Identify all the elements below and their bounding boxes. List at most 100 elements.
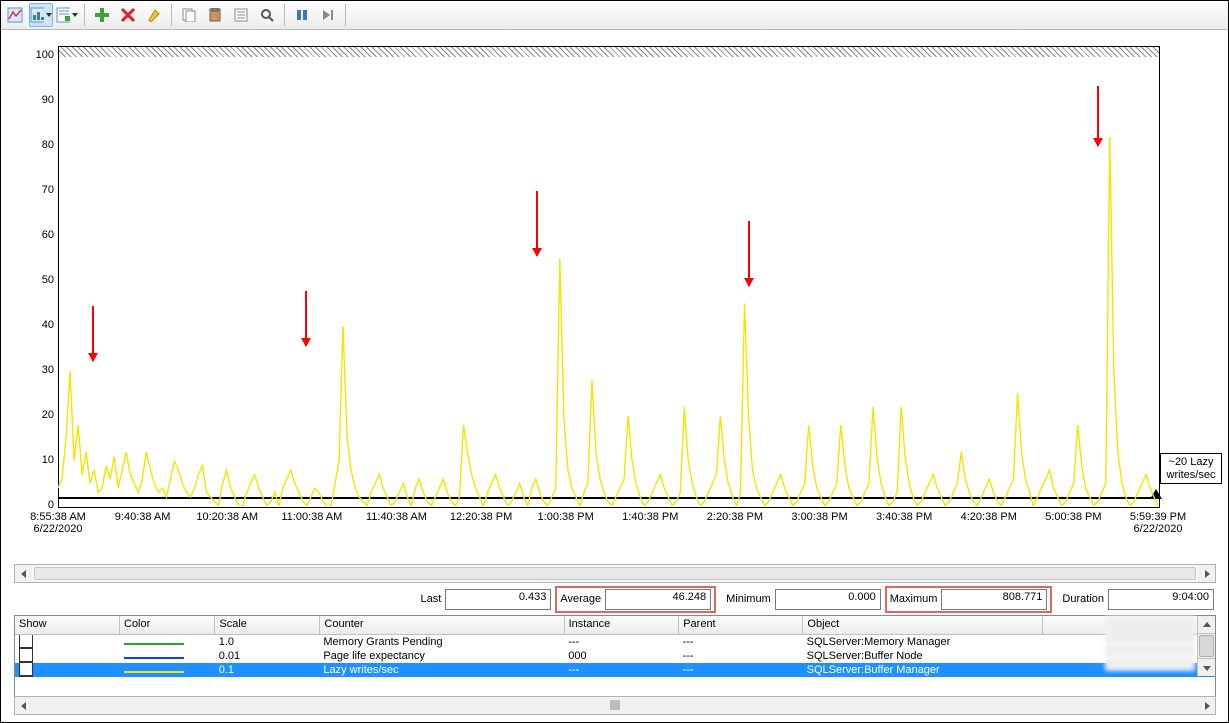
cell-counter: Lazy writes/sec [319, 664, 564, 676]
col-instance[interactable]: Instance [565, 616, 680, 634]
table-vertical-scrollbar[interactable] [1197, 616, 1215, 676]
separator [84, 4, 85, 26]
x-tick: 3:00:38 PM [775, 511, 865, 523]
chart-area: 0102030405060708090100 8:55:38 AM6/22/20… [14, 41, 1214, 561]
cell-parent: --- [679, 636, 803, 648]
cell-instance: --- [564, 664, 678, 676]
separator [171, 4, 172, 26]
scroll-right-button[interactable] [1198, 697, 1215, 714]
freeze-display-button[interactable] [290, 3, 314, 27]
redacted-patch [1105, 644, 1195, 657]
col-color[interactable]: Color [120, 616, 215, 634]
table-horizontal-scrollbar[interactable] [14, 696, 1216, 715]
y-tick: 30 [14, 364, 54, 376]
col-object[interactable]: Object [803, 616, 1042, 634]
x-tick: 11:00:38 AM [267, 511, 357, 523]
counters-table: Show Color Scale Counter Instance Parent… [14, 615, 1216, 697]
y-tick: 40 [14, 319, 54, 331]
time-scrollbar[interactable] [14, 564, 1216, 583]
highlight-counter-button[interactable] [142, 3, 166, 27]
data-line [58, 56, 1158, 506]
scrollbar-track[interactable] [32, 697, 1198, 714]
x-tick: 8:55:38 AM6/22/2020 [13, 511, 103, 535]
col-counter[interactable]: Counter [320, 616, 564, 634]
stat-maximum-value: 808.771 [941, 589, 1047, 610]
scroll-down-button[interactable] [1198, 658, 1215, 676]
x-tick: 1:40:38 PM [605, 511, 695, 523]
table-body: 1.0Memory Grants Pending------SQLServer:… [15, 635, 1215, 677]
color-swatch [124, 657, 184, 659]
properties-button[interactable] [229, 3, 253, 27]
stat-maximum-group: Maximum 808.771 [885, 586, 1053, 613]
cell-counter: Page life expectancy [319, 650, 564, 662]
redacted-patch [1105, 635, 1195, 643]
x-tick: 5:00:38 PM [1028, 511, 1118, 523]
scroll-left-button[interactable] [15, 565, 32, 582]
scroll-up-button[interactable] [1198, 616, 1215, 634]
cell-scale: 0.01 [215, 650, 320, 662]
table-row[interactable]: 0.1Lazy writes/sec------SQLServer:Buffer… [15, 663, 1215, 677]
stat-average-group: Average 46.248 [555, 586, 716, 613]
show-checkbox[interactable] [19, 648, 33, 662]
y-tick: 70 [14, 184, 54, 196]
report-view-button[interactable] [55, 3, 79, 27]
scrollbar-thumb[interactable] [1199, 635, 1214, 657]
separator [345, 4, 346, 26]
col-parent[interactable]: Parent [679, 616, 803, 634]
paste-button[interactable] [203, 3, 227, 27]
col-scale[interactable]: Scale [215, 616, 320, 634]
chart-view-button[interactable] [3, 3, 27, 27]
show-checkbox[interactable] [19, 662, 33, 676]
x-tick: 2:20:38 PM [690, 511, 780, 523]
add-counter-button[interactable] [90, 3, 114, 27]
table-header: Show Color Scale Counter Instance Parent… [15, 616, 1215, 635]
redacted-patch [1105, 658, 1195, 671]
scroll-right-button[interactable] [1198, 565, 1215, 582]
stat-last-label: Last [421, 593, 442, 605]
color-swatch [124, 643, 184, 645]
table-row[interactable]: 0.01Page life expectancy000---SQLServer:… [15, 649, 1215, 663]
x-tick: 4:20:38 PM [944, 511, 1034, 523]
y-tick: 0 [14, 499, 54, 511]
zoom-button[interactable] [255, 3, 279, 27]
show-checkbox[interactable] [19, 635, 33, 648]
chevron-down-icon [72, 13, 78, 17]
copy-button[interactable] [177, 3, 201, 27]
x-tick: 12:20:38 PM [436, 511, 526, 523]
cell-instance: --- [564, 636, 678, 648]
cell-scale: 0.1 [215, 664, 320, 676]
stat-duration-label: Duration [1062, 593, 1104, 605]
stat-average-label: Average [560, 593, 601, 605]
table-row[interactable]: 1.0Memory Grants Pending------SQLServer:… [15, 635, 1215, 649]
histogram-view-button[interactable] [29, 3, 53, 27]
toolbar [1, 1, 1228, 30]
threshold-annotation: ~20 Lazy writes/sec [1160, 453, 1222, 484]
x-tick: 10:20:38 AM [182, 511, 272, 523]
stats-row: Last 0.433 Average 46.248 Minimum 0.000 … [14, 587, 1214, 611]
color-swatch [124, 671, 184, 673]
delete-counter-button[interactable] [116, 3, 140, 27]
grip-icon [611, 700, 620, 710]
x-tick: 1:00:38 PM [521, 511, 611, 523]
y-tick: 60 [14, 229, 54, 241]
x-tick: 3:40:38 PM [859, 511, 949, 523]
y-tick: 80 [14, 139, 54, 151]
scroll-left-button[interactable] [15, 697, 32, 714]
cell-parent: --- [679, 650, 803, 662]
scrollbar-track[interactable] [32, 565, 1198, 582]
cell-counter: Memory Grants Pending [319, 636, 564, 648]
show-checkbox[interactable] [19, 676, 33, 678]
stat-maximum-label: Maximum [890, 593, 938, 605]
y-tick: 50 [14, 274, 54, 286]
x-tick: 9:40:38 AM [98, 511, 188, 523]
col-show[interactable]: Show [15, 616, 120, 634]
stat-duration-value: 9:04:00 [1108, 589, 1214, 610]
separator [284, 4, 285, 26]
x-tick: 11:40:38 AM [351, 511, 441, 523]
cell-object: SQLServer:Buffer Node [803, 650, 1043, 662]
update-data-button[interactable] [316, 3, 340, 27]
cell-scale: 1.0 [215, 636, 320, 648]
x-tick: 5:59:39 PM6/22/2020 [1113, 511, 1203, 535]
y-tick: 20 [14, 409, 54, 421]
cell-instance: 000 [564, 650, 678, 662]
